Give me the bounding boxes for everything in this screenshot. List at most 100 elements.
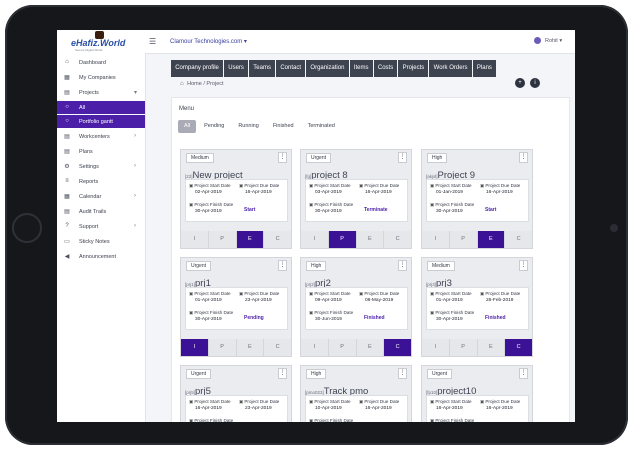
sidebar-item-announcement[interactable]: ◀ Announcement bbox=[57, 250, 145, 263]
app-logo[interactable]: eHafiz.World Secure Digital World bbox=[59, 31, 143, 52]
project-card[interactable]: Urgent ⋮ [fp10]project10 ▣Project Start Dat… bbox=[421, 365, 533, 422]
sidebar-item-my-companies[interactable]: ▦ My Companies bbox=[57, 71, 145, 84]
tab-users[interactable]: Users bbox=[224, 60, 249, 77]
tab-projects[interactable]: Projects bbox=[398, 60, 429, 77]
phase-p-button[interactable]: P bbox=[328, 231, 357, 248]
priority-badge: Medium bbox=[427, 261, 455, 271]
sidebar-item-sticky-notes[interactable]: ▭ Sticky Notes bbox=[57, 235, 145, 248]
filter-terminated[interactable]: Terminated bbox=[302, 120, 341, 133]
phase-e-button[interactable]: E bbox=[356, 231, 385, 248]
project-status[interactable]: Start bbox=[485, 207, 496, 213]
tab-teams[interactable]: Teams bbox=[249, 60, 276, 77]
project-card[interactable]: Medium ⋮ [prj3]prj3 ▣Project Start Date 01-A… bbox=[421, 257, 533, 357]
sidebar-item-audit-trails[interactable]: ▤ Audit Trails bbox=[57, 205, 145, 218]
user-avatar[interactable] bbox=[534, 37, 541, 44]
phase-i-button[interactable]: I bbox=[422, 339, 450, 356]
sidebar-item-calendar[interactable]: ▦ Calendar › bbox=[57, 190, 145, 203]
more-options-icon[interactable]: ⋮ bbox=[519, 368, 528, 379]
project-card[interactable]: Urgent ⋮ [prj1]prj1 ▣Project Start Date 01-A… bbox=[180, 257, 292, 357]
phase-i-button[interactable]: I bbox=[422, 231, 450, 248]
project-status[interactable]: Pending bbox=[244, 315, 264, 321]
breadcrumb: ⌂ Home / Project bbox=[180, 81, 224, 87]
more-options-icon[interactable]: ⋮ bbox=[278, 152, 287, 163]
phase-p-button[interactable]: P bbox=[328, 339, 357, 356]
tab-work-orders[interactable]: Work Orders bbox=[429, 60, 472, 77]
project-status[interactable]: Start bbox=[244, 207, 255, 213]
breadcrumb-home[interactable]: Home bbox=[187, 81, 202, 87]
phase-e-button[interactable]: E bbox=[236, 339, 265, 356]
top-bar: eHafiz.World Secure Digital World ☰ Clam… bbox=[57, 30, 575, 54]
calendar-icon: ▣ bbox=[189, 418, 194, 422]
user-menu[interactable]: Rohit ▾ bbox=[545, 38, 562, 44]
phase-p-button[interactable]: P bbox=[449, 339, 478, 356]
home-button[interactable] bbox=[12, 213, 42, 243]
circle-icon: ○ bbox=[65, 118, 69, 124]
sidebar-item-reports[interactable]: ≡ Reports bbox=[57, 175, 145, 188]
start-date-value: 01-Apr-2019 bbox=[195, 298, 222, 303]
more-options-icon[interactable]: ⋮ bbox=[278, 368, 287, 379]
phase-c-button[interactable]: C bbox=[264, 339, 291, 356]
filter-all[interactable]: All bbox=[178, 120, 197, 133]
more-options-icon[interactable]: ⋮ bbox=[398, 152, 407, 163]
project-status[interactable]: Finished bbox=[364, 315, 385, 321]
phase-c-button[interactable]: C bbox=[384, 231, 411, 248]
phase-i-button[interactable]: I bbox=[301, 339, 329, 356]
project-card[interactable]: Medium ⋮ [22]New project ▣Project Start Dat… bbox=[180, 149, 292, 249]
phase-c-button[interactable]: C bbox=[384, 339, 411, 356]
sidebar-item-support[interactable]: ? Support › bbox=[57, 220, 145, 233]
filter-pending[interactable]: Pending bbox=[198, 120, 230, 133]
project-card[interactable]: Urgent ⋮ [prj5]prj5 ▣Project Start Date 16-A… bbox=[180, 365, 292, 422]
project-status[interactable]: Terminate bbox=[364, 207, 388, 213]
phase-p-button[interactable]: P bbox=[449, 231, 478, 248]
filter-running[interactable]: Running bbox=[232, 120, 265, 133]
due-date-field: ▣Project Due Date 16-Apr-2019 bbox=[359, 399, 399, 411]
sidebar-item-plans[interactable]: ▤ Plans bbox=[57, 145, 145, 158]
due-date-field: ▣Project Due Date 08-May-2019 bbox=[359, 291, 399, 303]
home-icon[interactable]: ⌂ bbox=[180, 81, 184, 87]
phase-e-button[interactable]: E bbox=[236, 231, 265, 248]
sidebar-item-label: Reports bbox=[79, 179, 99, 185]
project-card[interactable]: High ⋮ [akjsl]Project 9 ▣Project Start Date… bbox=[421, 149, 533, 249]
phase-c-button[interactable]: C bbox=[264, 231, 291, 248]
project-card[interactable]: Urgent ⋮ [fg]project 8 ▣Project Start Date 0… bbox=[300, 149, 412, 249]
more-options-icon[interactable]: ⋮ bbox=[398, 260, 407, 271]
sidebar-item-dashboard[interactable]: ⌂ Dashboard bbox=[57, 56, 145, 69]
sidebar-item-settings[interactable]: ⚙ Settings › bbox=[57, 160, 145, 173]
sidebar-item-portfolio-gantt[interactable]: ○ Portfolio gantt bbox=[57, 115, 145, 128]
tab-contact[interactable]: Contact bbox=[276, 60, 306, 77]
tab-plans[interactable]: Plans bbox=[472, 60, 497, 77]
more-options-icon[interactable]: ⋮ bbox=[278, 260, 287, 271]
project-card[interactable]: High ⋮ [prj2]prj2 ▣Project Start Date 09-Apr… bbox=[300, 257, 412, 357]
phase-c-button[interactable]: C bbox=[505, 231, 532, 248]
company-selector[interactable]: Clamour Technologies.com ▾ bbox=[170, 38, 247, 45]
phase-i-button[interactable]: I bbox=[301, 231, 329, 248]
start-date-label: Project Start Date bbox=[194, 399, 231, 404]
project-status[interactable]: Finished bbox=[485, 315, 506, 321]
sidebar-item-workcenters[interactable]: ▤ Workcenters › bbox=[57, 130, 145, 143]
more-options-icon[interactable]: ⋮ bbox=[519, 260, 528, 271]
priority-badge: Medium bbox=[186, 153, 214, 163]
phase-e-button[interactable]: E bbox=[477, 231, 506, 248]
phase-p-button[interactable]: P bbox=[208, 339, 237, 356]
tab-costs[interactable]: Costs bbox=[373, 60, 398, 77]
sidebar-item-projects[interactable]: ▤ Projects ▾ bbox=[57, 86, 145, 99]
tab-company-profile[interactable]: Company profile bbox=[171, 60, 224, 77]
info-button[interactable]: i bbox=[530, 78, 540, 88]
more-options-icon[interactable]: ⋮ bbox=[519, 152, 528, 163]
project-card[interactable]: High ⋮ [pmo023]Track pmo ▣Project Start Dat… bbox=[300, 365, 412, 422]
tab-items[interactable]: Items bbox=[349, 60, 373, 77]
filter-finished[interactable]: Finished bbox=[267, 120, 300, 133]
camera-icon bbox=[610, 224, 618, 232]
phase-c-button[interactable]: C bbox=[505, 339, 532, 356]
phase-i-button[interactable]: I bbox=[181, 339, 209, 356]
more-options-icon[interactable]: ⋮ bbox=[398, 368, 407, 379]
phase-i-button[interactable]: I bbox=[181, 231, 209, 248]
sidebar-item-all[interactable]: ○ All bbox=[57, 101, 145, 114]
add-project-button[interactable]: + bbox=[515, 78, 525, 88]
hamburger-menu-icon[interactable]: ☰ bbox=[149, 37, 156, 46]
phase-selector: IPEC bbox=[422, 231, 532, 248]
phase-e-button[interactable]: E bbox=[356, 339, 385, 356]
tab-organization[interactable]: Organization bbox=[306, 60, 349, 77]
phase-e-button[interactable]: E bbox=[477, 339, 506, 356]
phase-p-button[interactable]: P bbox=[208, 231, 237, 248]
